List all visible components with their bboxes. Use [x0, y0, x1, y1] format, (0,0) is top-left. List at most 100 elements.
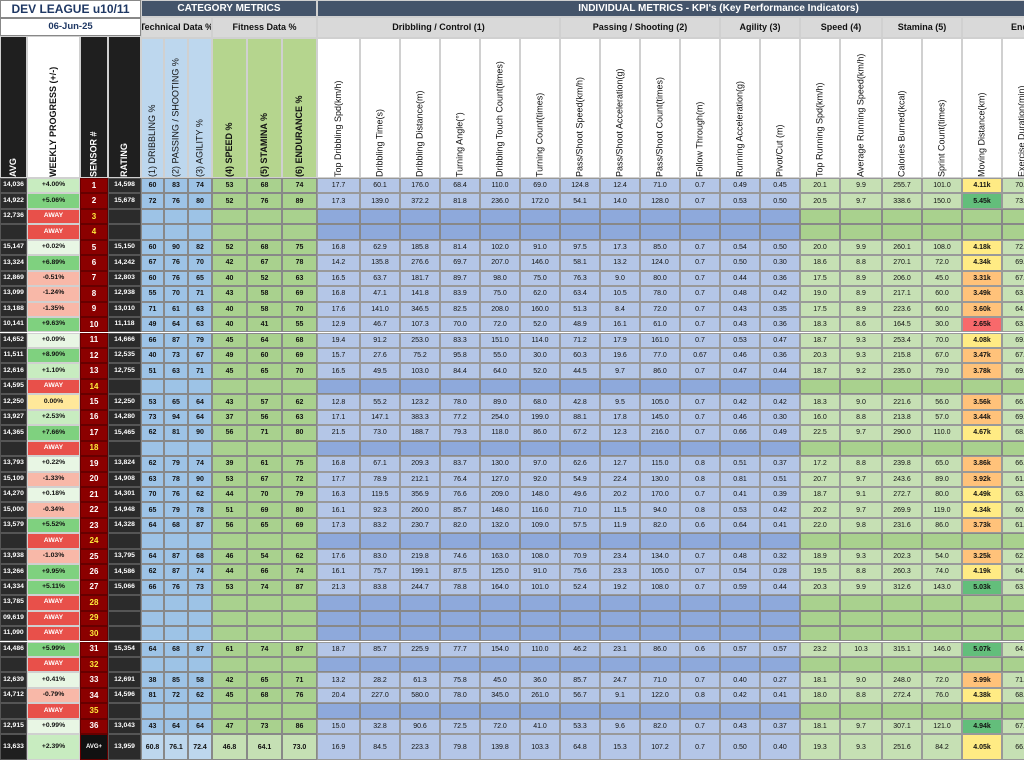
kpi-value: 76.6 — [440, 487, 480, 503]
empty-cell — [760, 533, 800, 549]
empty-cell — [720, 224, 760, 240]
category-value: 46 — [212, 548, 247, 565]
progress-cell: +4.00% — [27, 178, 80, 194]
category-value: 40 — [141, 347, 164, 364]
category-value: 58 — [247, 286, 282, 302]
empty-cell — [882, 440, 922, 457]
category-value: 40 — [212, 270, 247, 287]
empty-cell — [922, 610, 962, 627]
empty-cell — [520, 224, 560, 240]
empty-cell — [800, 703, 840, 719]
category-value: 78 — [188, 502, 212, 518]
kpi-value: 47.1 — [360, 286, 400, 302]
kpi-value: 20.5 — [800, 193, 840, 209]
kpi-value: 0.36 — [760, 270, 800, 287]
rating-cell — [108, 533, 141, 549]
kpi-value: 9.7 — [840, 471, 882, 487]
empty-cell — [1002, 208, 1024, 225]
avg-cell — [0, 656, 27, 673]
kpi-value: 85.7 — [360, 641, 400, 657]
progress-cell: 0.00% — [27, 394, 80, 410]
kpi-value: 124.0 — [640, 255, 680, 271]
avg-cell — [0, 224, 27, 240]
kpi-value: 85.7 — [560, 672, 600, 688]
kpi-value: 75.0 — [480, 286, 520, 302]
kpi-value: 9.7 — [840, 502, 882, 518]
kpi-value: 223.3 — [400, 734, 440, 760]
category-value: 71 — [188, 286, 212, 302]
progress-cell: +0.99% — [27, 718, 80, 735]
category-column-header: (4) SPEED % — [212, 38, 247, 178]
kpi-value: 72.5 — [440, 718, 480, 735]
progress-cell: -0.51% — [27, 270, 80, 287]
empty-cell — [640, 626, 680, 642]
kpi-value: 17.3 — [317, 517, 360, 534]
category-value: 64 — [164, 317, 188, 333]
empty-cell — [480, 533, 520, 549]
kpi-value: 78.8 — [440, 579, 480, 596]
rating-cell — [108, 440, 141, 457]
kpi-value: 67.0 — [922, 347, 962, 364]
category-value: 89 — [282, 193, 317, 209]
kpi-value: 24.7 — [600, 672, 640, 688]
kpi-column-header: Follow Through(m) — [680, 38, 720, 178]
kpi-value: 16.8 — [317, 239, 360, 256]
category-value: 83 — [164, 178, 188, 194]
kpi-value: 15.7 — [317, 347, 360, 364]
kpi-value: 0.42 — [760, 286, 800, 302]
kpi-value: 9.2 — [840, 363, 882, 379]
empty-cell — [1002, 378, 1024, 395]
category-value: 39 — [212, 456, 247, 472]
category-column-header: (5) STAMINA % — [247, 38, 282, 178]
away-badge: AWAY — [27, 224, 80, 240]
kpi-value: 69.0 — [520, 178, 560, 194]
kpi-value: 44.5 — [560, 363, 600, 379]
kpi-value: 272.7 — [882, 487, 922, 503]
avg-cell: 14,922 — [0, 193, 27, 209]
empty-cell — [680, 656, 720, 673]
kpi-value: 5.07k — [962, 641, 1002, 657]
empty-cell — [440, 440, 480, 457]
report-date: 06-Jun-25 — [0, 18, 141, 36]
kpi-value: 9.7 — [840, 425, 882, 441]
category-value: 63 — [188, 317, 212, 333]
kpi-value: 84.2 — [922, 734, 962, 760]
empty-cell — [212, 626, 247, 642]
empty-cell — [560, 533, 600, 549]
empty-cell — [188, 533, 212, 549]
empty-cell — [640, 595, 680, 611]
kpi-value: 67.2 — [560, 425, 600, 441]
kpi-value: 109.0 — [520, 517, 560, 534]
empty-cell — [164, 656, 188, 673]
rating-cell: 13,043 — [108, 718, 141, 735]
kpi-value: 61.4 — [1002, 517, 1024, 534]
sensor-number: 6 — [80, 255, 108, 271]
empty-cell — [520, 378, 560, 395]
kpi-value: 199.0 — [520, 409, 560, 426]
category-value: 85 — [164, 672, 188, 688]
sensor-number: 30 — [80, 626, 108, 642]
fitness-data-header: Fitness Data % — [212, 17, 317, 38]
empty-cell — [800, 208, 840, 225]
kpi-value: 53.3 — [560, 718, 600, 735]
kpi-value: 16.1 — [317, 564, 360, 580]
kpi-value: 0.66 — [720, 425, 760, 441]
kpi-value: 0.30 — [760, 409, 800, 426]
category-value: 38 — [141, 672, 164, 688]
kpi-column-header: Running Acceleration(g) — [720, 38, 760, 178]
sensor-number: 4 — [80, 224, 108, 240]
kpi-value: 0.43 — [720, 317, 760, 333]
rating-cell — [108, 626, 141, 642]
kpi-value: 181.7 — [400, 270, 440, 287]
kpi-value: 3.78k — [962, 363, 1002, 379]
kpi-value: 89.0 — [922, 471, 962, 487]
empty-cell — [1002, 626, 1024, 642]
category-value: 71 — [141, 301, 164, 318]
kpi-value: 95.8 — [440, 347, 480, 364]
kpi-value: 71.0 — [640, 178, 680, 194]
kpi-value: 4.38k — [962, 687, 1002, 704]
kpi-value: 69.7 — [440, 255, 480, 271]
kpi-value: 0.64 — [720, 517, 760, 534]
kpi-value: 23.2 — [800, 641, 840, 657]
kpi-value: 17.9 — [600, 332, 640, 348]
